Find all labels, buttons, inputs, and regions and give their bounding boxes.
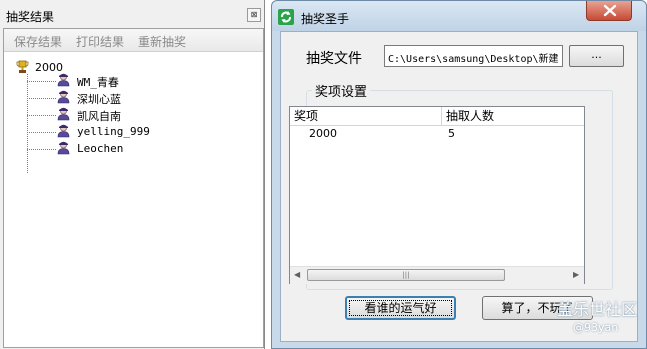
scroll-left-icon[interactable]: ◀ [294,270,300,279]
redraw-button[interactable]: 重新抽奖 [138,33,186,50]
window-title: 抽奖圣手 [301,12,350,26]
watermark-user: @93yan [573,321,619,334]
lucky-draw-button[interactable]: 看谁的运气好 [345,296,456,320]
person-icon [57,90,70,104]
prize-list[interactable]: 奖项 抽取人数 2000 5 ◀ ||| ▶ [289,106,585,284]
save-results-button[interactable]: 保存结果 [14,33,62,50]
prize-settings-label: 奖项设置 [312,81,371,100]
list-header: 奖项 抽取人数 [290,107,584,126]
prize-cell: 2000 [309,127,337,140]
person-icon [57,124,70,138]
person-icon [57,141,70,155]
tree-connector [27,132,56,133]
refresh-icon [281,11,291,23]
tree-connector [27,149,56,150]
trophy-icon [16,60,29,73]
tree-connector [27,81,56,82]
window-close-button[interactable] [586,1,632,21]
tree-connector [27,115,56,116]
winner-item[interactable]: yelling_999 [77,125,150,138]
column-header-prize[interactable]: 奖项 [290,107,442,125]
print-results-button[interactable]: 打印结果 [76,33,124,50]
file-label: 抽奖文件 [306,51,362,67]
table-row[interactable]: 2000 5 [290,126,584,142]
watermark-brand: 盖乐世社区 [557,300,638,319]
file-path-input[interactable]: C:\Users\samsung\Desktop\新建 [384,45,563,67]
winner-item[interactable]: 深圳心蓝 [77,91,121,107]
person-icon [57,73,70,87]
scroll-thumb[interactable]: ||| [307,269,505,281]
focus-rect [349,300,452,316]
results-window: 抽奖结果 ⊠ 保存结果 打印结果 重新抽奖 2000 WM_青春 深圳心蓝 凯风… [0,0,265,349]
person-icon [57,107,70,121]
count-cell: 5 [448,127,455,140]
tree-connector [27,98,56,99]
column-header-count[interactable]: 抽取人数 [442,107,584,125]
app-icon [278,9,294,25]
winner-item[interactable]: WM_青春 [77,74,119,90]
winner-item[interactable]: 凯风自南 [77,108,121,124]
browse-button[interactable]: ... [569,45,624,67]
close-icon [603,4,617,17]
tree-connector [27,74,28,173]
results-panel: 保存结果 打印结果 重新抽奖 2000 WM_青春 深圳心蓝 凯风自南 yell… [3,28,264,348]
horizontal-scrollbar[interactable]: ◀ ||| ▶ [290,266,584,284]
results-window-title: 抽奖结果 [6,10,55,24]
scroll-right-icon[interactable]: ▶ [573,270,579,279]
lottery-titlebar[interactable]: 抽奖圣手 [272,1,646,31]
results-toolbar: 保存结果 打印结果 重新抽奖 [4,29,263,52]
results-tree: 2000 WM_青春 深圳心蓝 凯风自南 yelling_999 Leochen [4,53,263,343]
close-icon[interactable]: ⊠ [247,8,261,22]
winner-item[interactable]: Leochen [77,142,123,155]
